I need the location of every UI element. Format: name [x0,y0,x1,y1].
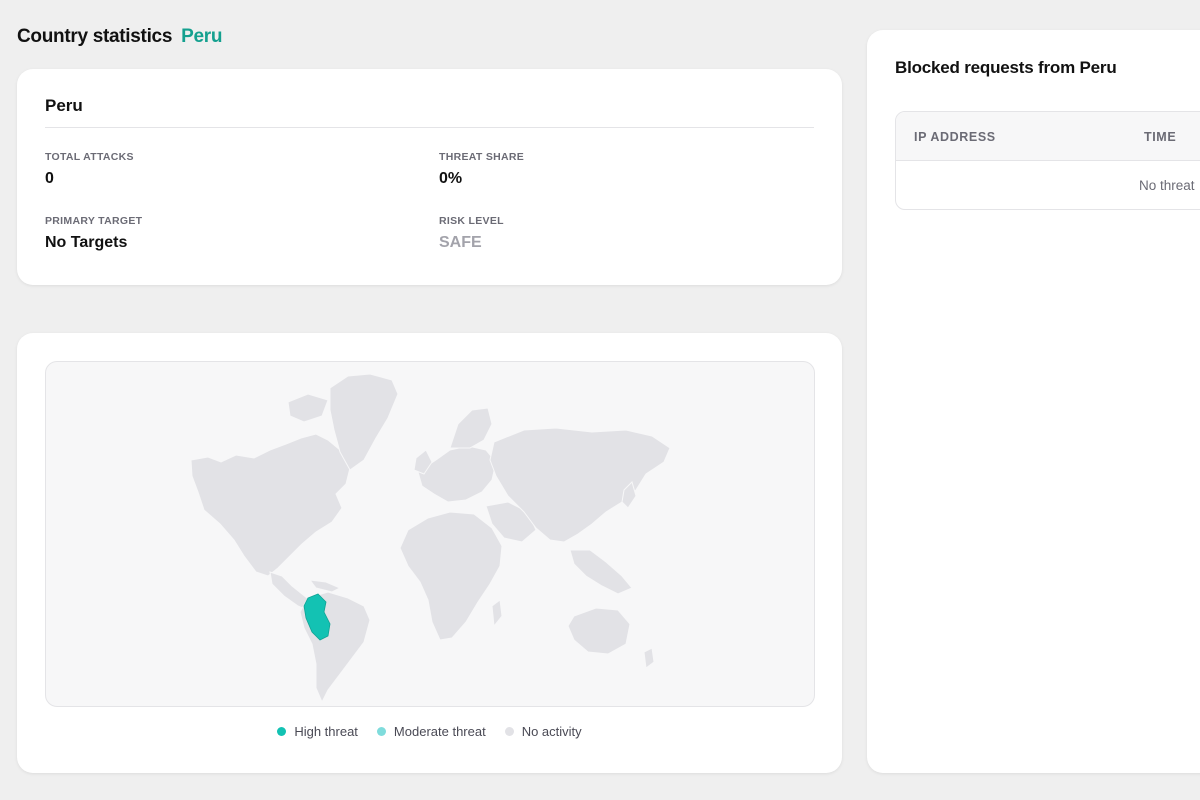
world-map-card: High threat Moderate threat No activity [17,333,842,773]
map-region-north-america[interactable] [190,433,351,577]
stat-threat-share: THREAT SHARE 0% [439,151,524,188]
world-map-svg [190,373,671,704]
stat-label: TOTAL ATTACKS [45,151,134,163]
stat-risk-level: RISK LEVEL SAFE [439,215,504,252]
column-header-time[interactable]: TIME [1144,130,1176,144]
map-region-caribbean[interactable] [308,579,342,593]
stat-label: PRIMARY TARGET [45,215,143,227]
column-header-ip[interactable]: IP ADDRESS [914,130,996,144]
stats-card-title: Peru [45,96,83,115]
page-title-text: Country statistics [17,26,173,47]
map-region-europe[interactable] [417,445,497,503]
legend-label: Moderate threat [393,724,486,739]
legend-item-moderate: Moderate threat [376,724,486,739]
stat-value: No Targets [45,234,128,251]
page-title-country: Peru [181,26,223,47]
table-empty-message: No threat [1139,178,1195,193]
map-region-new-zealand[interactable] [643,647,655,669]
stat-total-attacks: TOTAL ATTACKS 0 [45,151,134,188]
country-stats-card: Peru TOTAL ATTACKS 0 THREAT SHARE 0% PRI… [17,69,842,285]
stat-value: 0 [45,170,54,187]
map-region-arctic-islands[interactable] [287,393,329,423]
blocked-requests-card: Blocked requests from Peru IP ADDRESS TI… [867,30,1200,773]
map-legend: High threat Moderate threat No activity [17,724,842,739]
risk-level-badge: SAFE [439,234,482,251]
table-header: IP ADDRESS TIME [896,112,1200,161]
legend-label: High threat [294,724,358,739]
legend-dot-icon [277,727,287,736]
stat-primary-target: PRIMARY TARGET No Targets [45,215,142,252]
page-title: Country statistics Peru [17,26,222,48]
map-region-africa[interactable] [399,511,503,641]
legend-item-high: High threat [277,724,358,739]
stat-label: RISK LEVEL [439,215,504,227]
world-map[interactable] [45,361,815,707]
map-region-scandinavia[interactable] [449,407,493,449]
legend-dot-icon [376,727,386,736]
stat-label: THREAT SHARE [439,151,525,163]
map-region-madagascar[interactable] [491,599,503,628]
legend-item-none: No activity [504,724,582,739]
legend-label: No activity [521,724,582,739]
blocked-requests-title: Blocked requests from Peru [895,58,1117,77]
stats-divider [45,127,814,128]
map-region-southeast-asia[interactable] [569,549,633,595]
legend-dot-icon [504,727,514,736]
map-region-australia[interactable] [567,607,631,655]
stat-value: 0% [439,170,463,187]
blocked-requests-table: IP ADDRESS TIME No threat [895,111,1200,210]
